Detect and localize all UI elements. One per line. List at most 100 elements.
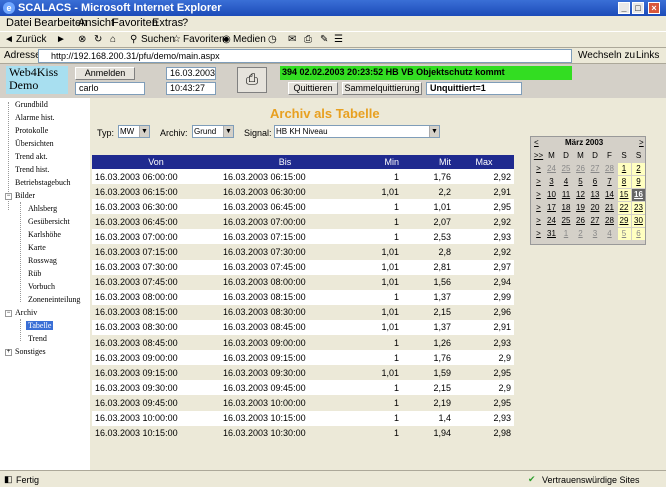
- calendar-day[interactable]: 23: [632, 202, 645, 214]
- search-button[interactable]: Suchen: [141, 34, 175, 45]
- nav-uebersichten[interactable]: Übersichten: [15, 139, 54, 148]
- sammelquittierung-button[interactable]: Sammelquittierung: [342, 82, 422, 95]
- nav-gesuebersicht[interactable]: Gesübersicht: [28, 217, 70, 226]
- edit-icon[interactable]: ✎: [320, 34, 328, 45]
- calendar-day[interactable]: 17: [545, 202, 558, 214]
- user-field[interactable]: carlo: [75, 82, 145, 95]
- archiv-select[interactable]: Grund ▼: [192, 125, 234, 138]
- nav-trend-hist[interactable]: Trend hist.: [15, 165, 49, 174]
- nav-tabelle[interactable]: Tabelle: [26, 321, 54, 330]
- back-icon[interactable]: ◄: [4, 34, 14, 45]
- calendar-day[interactable]: 8: [617, 176, 631, 188]
- calendar-day[interactable]: 4: [560, 176, 573, 188]
- calendar-day[interactable]: 6: [589, 176, 602, 188]
- typ-select[interactable]: MW ▼: [118, 125, 150, 138]
- calendar-day[interactable]: 2: [632, 163, 645, 175]
- nav-betriebstagebuch[interactable]: Betriebstagebuch: [15, 178, 71, 187]
- archiv-collapse-icon[interactable]: −: [5, 310, 12, 317]
- calendar-day[interactable]: 10: [545, 189, 558, 201]
- calendar-day[interactable]: 9: [632, 176, 645, 188]
- close-button[interactable]: ×: [648, 2, 660, 14]
- calendar-day[interactable]: 12: [574, 189, 587, 201]
- refresh-icon[interactable]: ↻: [94, 34, 102, 45]
- calendar-day[interactable]: 14: [603, 189, 616, 201]
- search-icon[interactable]: ⚲: [130, 34, 137, 45]
- nav-zoneneinteilung[interactable]: Zoneneinteilung: [28, 295, 80, 304]
- mail-icon[interactable]: ✉: [288, 34, 296, 45]
- menu-extras[interactable]: Extras: [152, 17, 183, 29]
- quittieren-button[interactable]: Quittieren: [288, 82, 338, 95]
- home-icon[interactable]: ⌂: [110, 34, 116, 45]
- nav-trend-akt[interactable]: Trend akt.: [15, 152, 48, 161]
- calendar-day[interactable]: 11: [560, 189, 573, 201]
- calendar-day[interactable]: 27: [589, 163, 602, 175]
- nav-archiv[interactable]: Archiv: [15, 308, 37, 317]
- nav-rosswag[interactable]: Rosswag: [28, 256, 57, 265]
- calendar-day[interactable]: 18: [560, 202, 573, 214]
- calendar-day[interactable]: 13: [589, 189, 602, 201]
- signal-select[interactable]: HB KH Niveau ▼: [274, 125, 440, 138]
- anmelden-button[interactable]: Anmelden: [75, 67, 135, 80]
- calendar-day[interactable]: 19: [574, 202, 587, 214]
- nav-vorbuch[interactable]: Vorbuch: [28, 282, 55, 291]
- calendar-day[interactable]: 16: [632, 189, 645, 201]
- menu-ansicht[interactable]: Ansicht: [78, 17, 114, 29]
- calendar-week-select[interactable]: >: [532, 189, 545, 201]
- calendar-day[interactable]: 24: [545, 163, 558, 175]
- calendar-day[interactable]: 20: [589, 202, 602, 214]
- calendar-day[interactable]: 26: [574, 163, 587, 175]
- calendar-week-select[interactable]: >: [532, 215, 545, 227]
- minimize-button[interactable]: _: [618, 2, 630, 14]
- nav-protokolle[interactable]: Protokolle: [15, 126, 48, 135]
- calendar-day[interactable]: 1: [560, 228, 573, 240]
- favorites-icon[interactable]: ☆: [172, 34, 181, 45]
- calendar-day[interactable]: 28: [603, 163, 616, 175]
- calendar-prev[interactable]: <: [534, 138, 539, 147]
- calendar-day[interactable]: 3: [545, 176, 558, 188]
- bilder-collapse-icon[interactable]: −: [5, 193, 12, 200]
- calendar-week-nav[interactable]: >>: [532, 150, 545, 162]
- calendar-day[interactable]: 26: [574, 215, 587, 227]
- discuss-icon[interactable]: ☰: [334, 34, 343, 45]
- calendar-day[interactable]: 6: [632, 228, 645, 240]
- print-icon[interactable]: ⎙: [304, 34, 312, 45]
- calendar-day[interactable]: 2: [574, 228, 587, 240]
- calendar-day[interactable]: 3: [589, 228, 602, 240]
- nav-bilder[interactable]: Bilder: [15, 191, 35, 200]
- calendar-day[interactable]: 30: [632, 215, 645, 227]
- calendar-next[interactable]: >: [639, 138, 644, 147]
- nav-sonstiges[interactable]: Sonstiges: [15, 347, 46, 356]
- media-icon[interactable]: ◉: [222, 34, 231, 45]
- calendar-week-select[interactable]: >: [532, 176, 545, 188]
- printer-icon[interactable]: ⎙: [237, 67, 267, 93]
- menu-help[interactable]: ?: [182, 17, 188, 29]
- calendar-week-select[interactable]: >: [532, 202, 545, 214]
- calendar-day[interactable]: 31: [545, 228, 558, 240]
- nav-ahlsberg[interactable]: Ahlsberg: [28, 204, 57, 213]
- favorites-button[interactable]: Favoriten: [183, 34, 225, 45]
- calendar-day[interactable]: 5: [574, 176, 587, 188]
- calendar-day[interactable]: 7: [603, 176, 616, 188]
- calendar-day[interactable]: 21: [603, 202, 616, 214]
- calendar-day[interactable]: 27: [589, 215, 602, 227]
- calendar-day[interactable]: 25: [560, 163, 573, 175]
- calendar-day[interactable]: 28: [603, 215, 616, 227]
- forward-icon[interactable]: ►: [56, 34, 66, 45]
- sonstiges-expand-icon[interactable]: +: [5, 349, 12, 356]
- nav-karlshoehe[interactable]: Karlshöhe: [28, 230, 61, 239]
- calendar-day[interactable]: 25: [560, 215, 573, 227]
- stop-icon[interactable]: ⊗: [78, 34, 86, 45]
- nav-trend[interactable]: Trend: [28, 334, 47, 343]
- calendar-day[interactable]: 29: [617, 215, 631, 227]
- media-button[interactable]: Medien: [233, 34, 266, 45]
- menu-favoriten[interactable]: Favoriten: [112, 17, 158, 29]
- calendar-week-select[interactable]: >: [532, 163, 545, 175]
- go-button[interactable]: Wechseln zu: [578, 50, 635, 61]
- nav-alarme-hist[interactable]: Alarme hist.: [15, 113, 55, 122]
- calendar-day[interactable]: 1: [617, 163, 631, 175]
- maximize-button[interactable]: □: [632, 2, 644, 14]
- nav-karte[interactable]: Karte: [28, 243, 46, 252]
- links-button[interactable]: Links: [636, 50, 659, 61]
- back-button[interactable]: Zurück: [16, 34, 47, 45]
- address-input[interactable]: http://192.168.200.31/pfu/demo/main.aspx: [38, 49, 572, 63]
